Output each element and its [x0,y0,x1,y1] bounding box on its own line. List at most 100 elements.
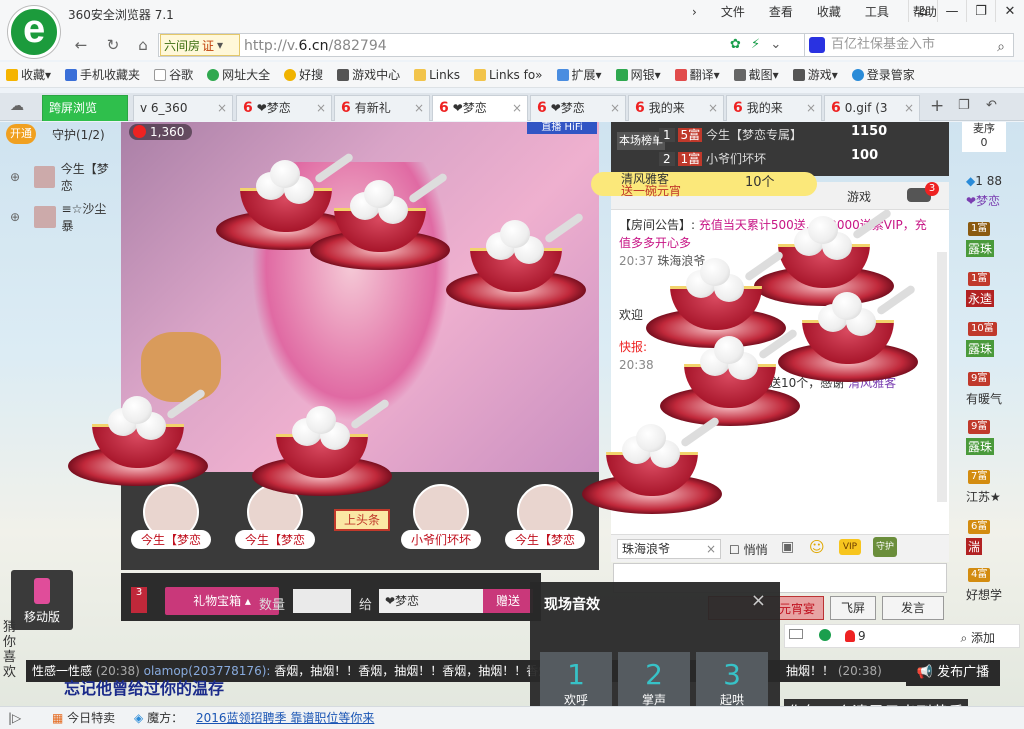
sidebar-toggle-icon[interactable]: |▷ [8,707,21,729]
broadcast-button[interactable]: 📢 发布广播 [906,660,1000,686]
new-tab-button[interactable]: + [930,96,944,116]
bookmark-screenshot[interactable]: 截图 ▾ [733,66,779,83]
rank-row[interactable]: 1 5富 今生【梦恋专属】 [659,126,802,143]
sound-key[interactable]: 3 起哄 [696,652,768,707]
tab-gif[interactable]: 6 0.gif (3 × [824,95,920,121]
bookmark-google[interactable]: 谷歌 [154,66,193,83]
headline-sign[interactable]: 上头条 [334,509,390,531]
emoji-icon[interactable]: ☺ [809,538,825,556]
user-name[interactable]: 露珠 [966,438,995,455]
user-name[interactable]: 永逵 [966,290,995,307]
menu-file[interactable]: 文件 [709,4,757,20]
tab-new-gift[interactable]: 6 有新礼 × [334,95,430,121]
refresh-icon[interactable]: ↻ [100,33,126,57]
promo-link[interactable]: 2016蓝领招聘季 靠谱职位等你来 [196,707,374,729]
search-input[interactable]: 百亿社保基金入市 ⌕ [804,33,1014,57]
bookmark-haosou[interactable]: 好搜 [284,66,323,83]
tab-mengl-active[interactable]: 6 ❤梦恋 × [432,95,528,121]
bookmark-games[interactable]: 游戏中心 [337,66,400,83]
image-icon[interactable]: ▣ [781,539,794,555]
cloud-icon[interactable]: ☁ [10,98,24,114]
site-identity-badge[interactable]: 六间房 证 ▾ [160,34,240,56]
tab-games[interactable]: 游戏 [847,188,871,205]
secure-icon[interactable]: ✿ [730,37,741,52]
anchor-card[interactable]: 小爷们坏坏 [401,484,481,549]
close-icon[interactable]: × [217,96,227,120]
tab-cross-screen[interactable]: 跨屏浏览 [42,95,128,121]
user-name[interactable]: 好想学 [966,586,1002,603]
user-name[interactable]: 露珠 [966,240,995,257]
close-icon[interactable]: × [512,96,522,120]
daily-deal-link[interactable]: ▦ 今日特卖 [52,707,115,729]
recipient-select[interactable]: ❤梦恋 [379,589,483,613]
bookmark-login[interactable]: 登录管家 [851,66,915,83]
dropdown-icon[interactable]: ⌄ [770,37,781,52]
close-icon[interactable]: × [610,96,620,120]
mail-icon[interactable] [789,629,803,639]
whisper-checkbox[interactable]: ☐ 悄悄 [729,541,768,558]
guard-button[interactable]: 守护 [873,537,897,557]
skin-icon[interactable]: ⌂ [908,0,937,22]
menu-view[interactable]: 查看 [757,4,805,20]
bookmark-links-fo[interactable]: Links fo » [473,68,543,82]
search-icon[interactable]: ⌕ [997,36,1005,58]
user-name[interactable]: 露珠 [966,340,995,357]
rank-row[interactable]: 2 1富 小爷们坏坏 [659,150,766,167]
check-icon[interactable] [819,629,831,641]
menu-tools[interactable]: 工具 [853,4,901,20]
guess-you-like[interactable]: 猜你喜欢 [3,620,21,680]
menu-favorites[interactable]: 收藏 [805,4,853,20]
maximize-button[interactable]: ❐ [966,0,995,22]
fly-screen-button[interactable]: 飞屏 [830,596,876,620]
bookmark-directory[interactable]: 网址大全 [207,66,270,83]
user-list-item[interactable]: ◆1 88 [966,174,1002,188]
url-text[interactable]: http://v.6.cn/882794 [244,38,387,54]
bookmark-translate[interactable]: 翻译 ▾ [674,66,720,83]
anchor-card[interactable]: 今生【梦恋 [505,484,585,549]
guard-member[interactable]: ⊕ ≡☆沙尘暴 [10,200,117,234]
speak-button[interactable]: 发言 [882,596,944,620]
user-name[interactable]: 有暖气 [966,390,1002,407]
close-icon[interactable]: × [904,96,914,120]
home-icon[interactable]: ⌂ [130,33,156,57]
tab-mengl-1[interactable]: 6 ❤梦恋 × [236,95,332,121]
wealth-icon[interactable]: 3 [131,587,147,613]
menu-chevron-icon[interactable]: › [680,4,709,20]
tab-mengl-3[interactable]: 6 ❤梦恋 × [530,95,626,121]
chat-target-select[interactable]: 珠海浪爷 × [617,539,721,559]
bookmark-links[interactable]: Links [414,68,460,82]
back-icon[interactable]: ← [68,33,94,57]
close-icon[interactable]: × [806,96,816,120]
close-icon[interactable]: × [316,96,326,120]
close-icon[interactable]: × [751,590,766,611]
user-name[interactable]: 江苏★ [966,488,1001,505]
quantity-input[interactable] [293,589,351,613]
send-gift-button[interactable]: 赠送 [483,589,533,613]
close-icon[interactable]: × [708,96,718,120]
browser-logo-icon[interactable] [8,6,60,58]
tab-mine-2[interactable]: 6 我的来 × [726,95,822,121]
anchor-card[interactable]: 今生【梦恋 [131,484,211,549]
mic-order[interactable]: 麦序 0 [962,122,1006,152]
tab-v6[interactable]: v 6_360 × [133,95,233,121]
user-list-item[interactable]: ❤梦恋 [966,192,1000,209]
bookmark-game[interactable]: 游戏 ▾ [792,66,838,83]
bookmark-extensions[interactable]: 扩展 ▾ [556,66,602,83]
open-guard-button[interactable]: 开通 [6,124,36,144]
guard-member[interactable]: ⊕ 今生【梦恋 [10,160,117,194]
bookmark-bank[interactable]: 网银 ▾ [615,66,661,83]
chat-scrollbar[interactable] [937,252,947,502]
vip-icon[interactable]: VIP [839,539,861,555]
close-button[interactable]: ✕ [995,0,1024,22]
bookmark-mobile[interactable]: 手机收藏夹 [65,66,140,83]
lightning-icon[interactable]: ⚡ [751,37,760,52]
close-icon[interactable]: × [414,96,424,120]
rank-side-label[interactable]: 本场榜单 [617,132,665,150]
sound-key[interactable]: 2 掌声 [618,652,690,707]
restore-tabs-icon[interactable]: ❐ [958,98,970,113]
bookmark-favorites[interactable]: 收藏 ▾ [6,66,51,83]
undo-close-icon[interactable]: ↶ [986,98,997,113]
tab-mine-1[interactable]: 6 我的来 × [628,95,724,121]
minimize-button[interactable]: — [937,0,966,22]
close-icon[interactable]: × [706,540,716,558]
